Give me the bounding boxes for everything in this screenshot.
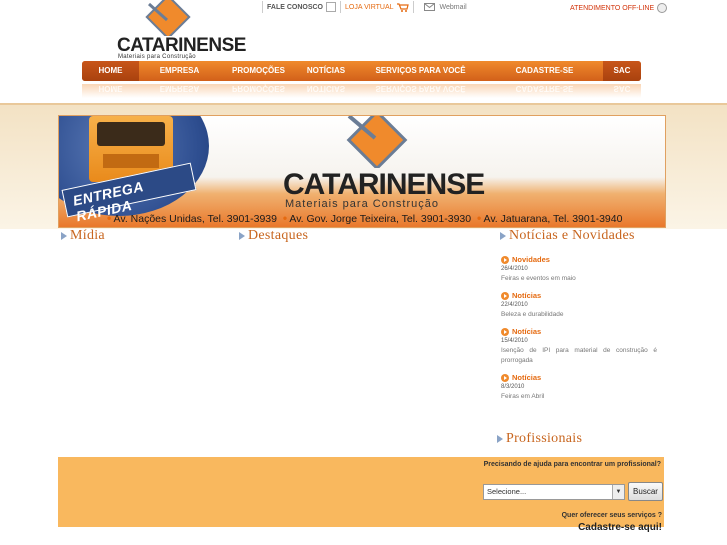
news-title[interactable]: Notícias: [512, 291, 541, 300]
arrow-circle-icon: [501, 291, 509, 300]
reflection-label: SERVIÇOS PARA VOCÊ: [375, 84, 466, 93]
news-title[interactable]: Novidades: [512, 255, 550, 264]
arrow-circle-icon: [501, 255, 509, 264]
section-midia: Mídia: [61, 228, 105, 244]
news-summary[interactable]: Feiras e eventos em maio: [501, 274, 657, 284]
arrow-circle-icon: [501, 327, 509, 336]
news-item[interactable]: Notícias 8/3/2010 Feiras em Abril: [501, 373, 657, 402]
webmail-link[interactable]: Webmail: [414, 3, 471, 11]
news-title[interactable]: Notícias: [512, 373, 541, 382]
nav-reflection: HOME EMPRESA PROMOÇÕES NOTÍCIAS SERVIÇOS…: [82, 84, 641, 98]
reflection-label: SAC: [613, 84, 631, 93]
nav-servicos[interactable]: SERVIÇOS PARA VOCÊ: [355, 61, 486, 81]
section-noticias: Notícias e Novidades: [500, 228, 635, 244]
nav-promocoes[interactable]: PROMOÇÕES: [220, 61, 297, 81]
address-2: Av. Gov. Jorge Teixeira, Tel. 3901-3930: [289, 213, 472, 225]
fale-conosco-link[interactable]: FALE CONOSCO: [263, 2, 340, 12]
address-3: Av. Jatuarana, Tel. 3901-3940: [483, 213, 623, 225]
arrow-icon: [497, 435, 503, 443]
banner-tagline: Materiais para Construção: [285, 198, 440, 210]
section-title: Mídia: [70, 228, 105, 243]
cart-icon: [396, 2, 409, 12]
section-profissionais: Profissionais: [497, 431, 582, 447]
fale-conosco-label: FALE CONOSCO: [267, 3, 324, 11]
section-title: Notícias e Novidades: [509, 228, 635, 243]
arrow-circle-icon: [501, 373, 509, 382]
arrow-icon: [500, 232, 506, 240]
select-value: Selecione...: [487, 487, 527, 496]
register-link[interactable]: Cadastre-se aqui!: [520, 522, 662, 533]
news-date: 8/3/2010: [501, 384, 525, 390]
news-item[interactable]: Novidades 26/4/2010 Feiras e eventos em …: [501, 255, 657, 284]
address-1: Av. Nações Unidas, Tel. 3901-3939: [113, 213, 277, 225]
reflection-label: NOTÍCIAS: [306, 84, 346, 93]
hero-banner[interactable]: ENTREGA RÁPIDA CATARINENSE Materiais par…: [58, 115, 666, 228]
section-title: Destaques: [248, 228, 309, 243]
nav-home[interactable]: HOME: [82, 61, 139, 81]
reflection-label: PROMOÇÕES: [232, 84, 285, 93]
arrow-icon: [239, 232, 245, 240]
news-date: 22/4/2010: [501, 302, 528, 308]
news-list: Novidades 26/4/2010 Feiras e eventos em …: [501, 255, 657, 409]
reflection-label: CADASTRE-SE: [515, 84, 574, 93]
trowel-logo-icon: [145, 0, 191, 36]
envelope-icon: [423, 3, 435, 11]
nav-sac[interactable]: SAC: [603, 61, 641, 81]
section-title: Profissionais: [506, 431, 583, 446]
atendimento-status[interactable]: ATENDIMENTO OFF-LINE: [570, 3, 668, 13]
status-icon: [657, 3, 668, 13]
chevron-down-icon[interactable]: ▼: [612, 485, 624, 499]
news-summary[interactable]: Isenção de IPI para material de construç…: [501, 346, 657, 366]
news-summary[interactable]: Beleza e durabilidade: [501, 310, 657, 320]
nav-cadastre-se[interactable]: CADASTRE-SE: [486, 61, 603, 81]
reflection-label: EMPRESA: [159, 84, 200, 93]
nav-noticias[interactable]: NOTÍCIAS: [297, 61, 355, 81]
reflection-label: HOME: [98, 84, 123, 93]
news-item[interactable]: Notícias 15/4/2010 Isenção de IPI para m…: [501, 327, 657, 366]
top-links: FALE CONOSCO LOJA VIRTUAL Webmail: [262, 0, 471, 14]
main-nav: HOME EMPRESA PROMOÇÕES NOTÍCIAS SERVIÇOS…: [82, 61, 641, 81]
logo-tagline: Materiais para Construção: [118, 54, 196, 60]
document-icon: [326, 2, 337, 12]
loja-virtual-link[interactable]: LOJA VIRTUAL: [341, 2, 413, 12]
offer-text: Quer oferecer seus serviços ?: [561, 512, 662, 519]
webmail-label: Webmail: [439, 3, 467, 11]
banner-name: CATARINENSE: [283, 168, 485, 201]
trowel-logo-icon: [346, 116, 408, 168]
professional-select[interactable]: Selecione... ▼: [483, 484, 625, 500]
nav-empresa[interactable]: EMPRESA: [139, 61, 220, 81]
search-button[interactable]: Buscar: [628, 482, 663, 501]
bullet: •: [107, 211, 112, 225]
news-summary[interactable]: Feiras em Abril: [501, 392, 657, 402]
bullet: •: [282, 211, 288, 225]
news-date: 15/4/2010: [501, 338, 528, 344]
atendimento-label: ATENDIMENTO OFF-LINE: [570, 4, 655, 12]
logo[interactable]: CATARINENSE Materiais para Construção: [117, 0, 246, 60]
help-text: Precisando de ajuda para encontrar um pr…: [483, 461, 661, 468]
news-title[interactable]: Notícias: [512, 327, 541, 336]
truck-windshield: [97, 122, 165, 146]
loja-virtual-label: LOJA VIRTUAL: [345, 3, 394, 11]
section-destaques: Destaques: [239, 228, 308, 244]
banner-addresses: • Av. Nações Unidas, Tel. 3901-3939 • Av…: [107, 211, 622, 225]
news-item[interactable]: Notícias 22/4/2010 Beleza e durabilidade: [501, 291, 657, 320]
news-date: 26/4/2010: [501, 266, 528, 272]
bullet: •: [476, 211, 482, 225]
truck-grill: [103, 154, 159, 168]
arrow-icon: [61, 232, 67, 240]
